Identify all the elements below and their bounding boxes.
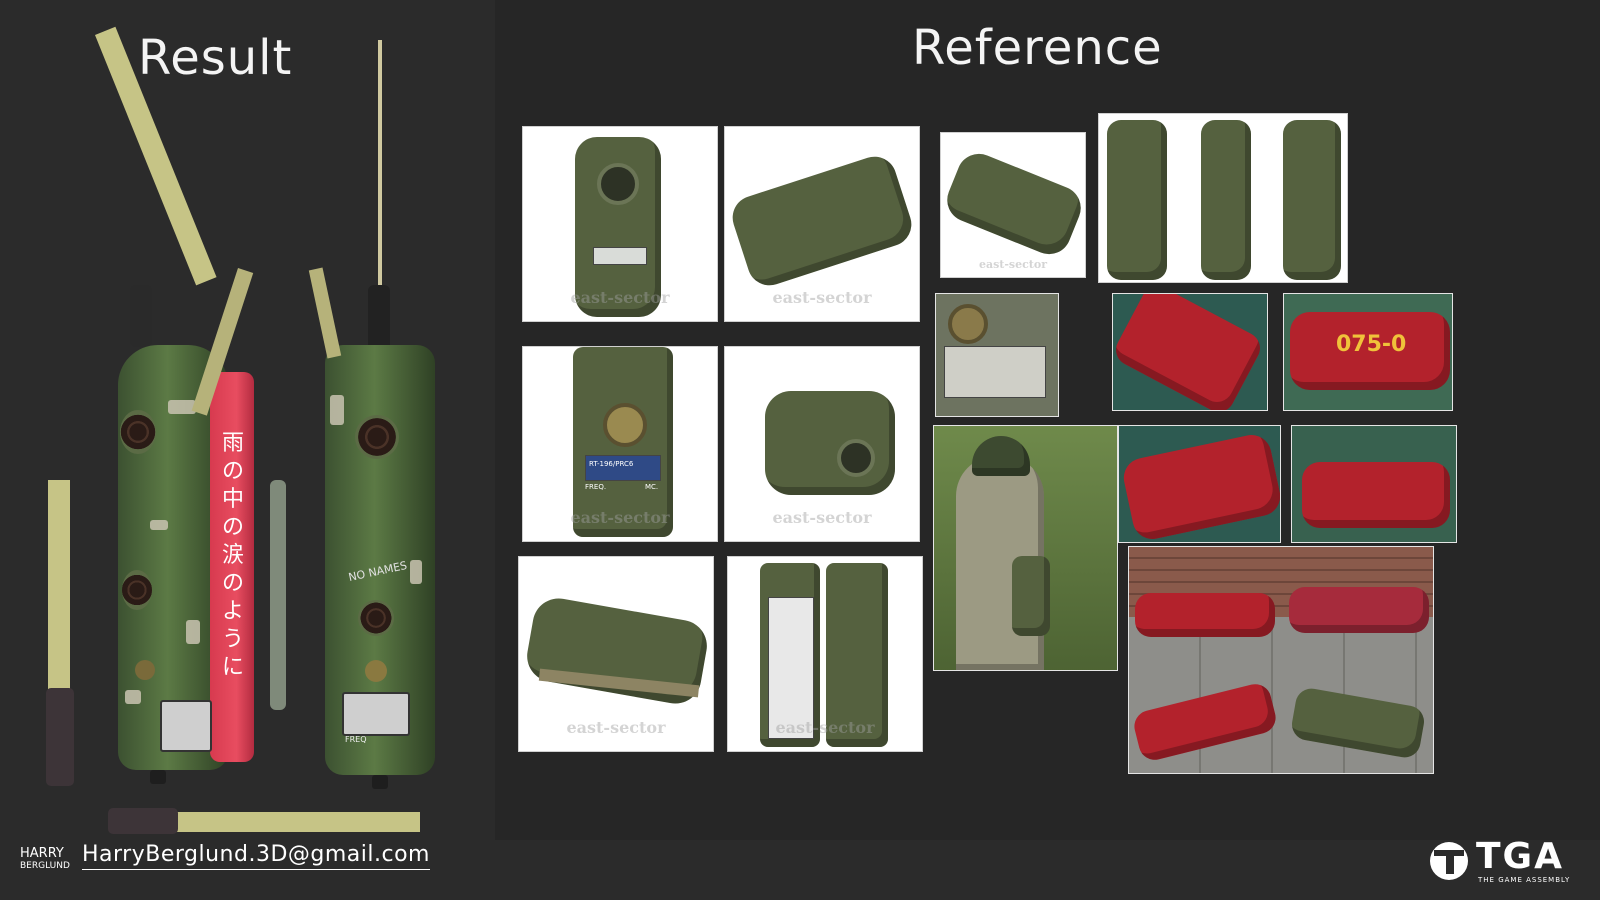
kanji-char: の [221, 515, 244, 540]
side-strap [270, 480, 286, 710]
result-heading: Result [138, 30, 293, 86]
reference-photo: east-sector [724, 346, 920, 542]
watermark: east-sector [772, 288, 872, 307]
model-plate [585, 455, 661, 481]
watermark: east-sector [570, 288, 670, 307]
reference-photo [935, 293, 1059, 417]
watermark: east-sector [772, 508, 872, 527]
radio-rear-view [1201, 120, 1251, 280]
reference-heading: Reference [912, 20, 1163, 76]
antenna-tape-flat [170, 812, 420, 832]
watermark: east-sector [566, 718, 666, 737]
antenna-tape-piece [48, 480, 70, 700]
reference-photo: east-sector [522, 126, 718, 322]
whip-antenna [378, 40, 382, 290]
kanji-char: に [221, 655, 244, 680]
paint-chip [150, 520, 168, 530]
connector-knob [135, 660, 155, 680]
kanji-column: 雨 の 中 の 涙 の よ う に [220, 430, 246, 682]
reference-photo [933, 425, 1118, 671]
antenna-tape-grip-flat [108, 808, 178, 834]
radio-top-view [765, 391, 895, 495]
unit-code-text: 075-0 [1336, 332, 1407, 357]
watermark: east-sector [775, 718, 875, 737]
reference-photo [1118, 425, 1281, 543]
radio-on-back [1012, 556, 1050, 636]
kanji-char: の [221, 571, 244, 596]
kanji-char: の [221, 459, 244, 484]
reference-photo: east-sector [940, 132, 1086, 278]
reference-photo [1291, 425, 1457, 543]
radio-left-view [1107, 120, 1167, 280]
reference-photo: east-sector [724, 126, 920, 322]
author-first-name: HARRY [20, 846, 64, 861]
antenna-tape-grip [46, 688, 74, 786]
reference-photo: east-sector [727, 556, 923, 752]
serial-plate-closeup [944, 346, 1046, 398]
paint-chip [330, 395, 344, 425]
mouthpiece-speaker [122, 570, 152, 610]
connector-knob [365, 660, 387, 682]
author-last-name: BERGLUND [20, 861, 70, 871]
freq-label: FREQ [345, 735, 367, 744]
antenna-base [130, 285, 152, 347]
serial-plate [160, 700, 212, 752]
painted-radio [1289, 587, 1429, 633]
author-email: HarryBerglund.3D@gmail.com [82, 842, 430, 870]
radio-angle-view [941, 147, 1085, 261]
kanji-char: よ [221, 599, 244, 624]
reference-photo-collage [1128, 546, 1434, 774]
radio-side-view [726, 150, 918, 292]
painted-radio [1135, 593, 1275, 637]
watermark: east-sector [978, 258, 1048, 271]
mouthpiece-speaker [358, 600, 394, 636]
kanji-char: う [221, 627, 244, 652]
bottom-knob [150, 770, 166, 784]
earpiece-speaker [355, 415, 399, 459]
tga-logo: TGA THE GAME ASSEMBLY [1430, 836, 1580, 892]
radio-right-view [1283, 120, 1341, 280]
connector-socket [603, 403, 647, 447]
speaker-dial [597, 163, 639, 205]
serial-plate [342, 692, 410, 736]
whip-antenna-base [368, 285, 390, 350]
shoulder-strap [308, 267, 342, 359]
kanji-char: 涙 [221, 543, 244, 568]
paint-chip [410, 560, 422, 584]
tga-logo-subtitle: THE GAME ASSEMBLY [1478, 876, 1571, 884]
earpiece-speaker [120, 410, 156, 454]
connector-closeup [948, 304, 988, 344]
id-plate [593, 247, 647, 265]
reference-photo [1112, 293, 1268, 411]
reference-photo: 075-0 [1283, 293, 1453, 411]
plate-mc-text: MC. [645, 483, 659, 491]
plate-model-text: RT-196/PRC6 [589, 460, 634, 468]
speaker-dial [837, 439, 875, 477]
watermark: east-sector [570, 508, 670, 527]
painted-radio [1302, 462, 1450, 528]
plate-freq-text: FREQ. [585, 483, 607, 491]
kanji-char: 中 [221, 487, 244, 512]
paint-chip [125, 690, 141, 704]
author-name: HARRY BERGLUND [20, 846, 70, 872]
tga-logo-mark [1430, 842, 1468, 880]
bottom-knob [372, 775, 388, 789]
tga-logo-text: TGA [1476, 836, 1564, 877]
paint-chip [186, 620, 200, 644]
reference-photo: east-sector [518, 556, 714, 752]
reference-photo: RT-196/PRC6 FREQ. MC. east-sector [522, 346, 718, 542]
reference-photo-triptych [1098, 113, 1348, 283]
kanji-char: 雨 [221, 431, 244, 456]
